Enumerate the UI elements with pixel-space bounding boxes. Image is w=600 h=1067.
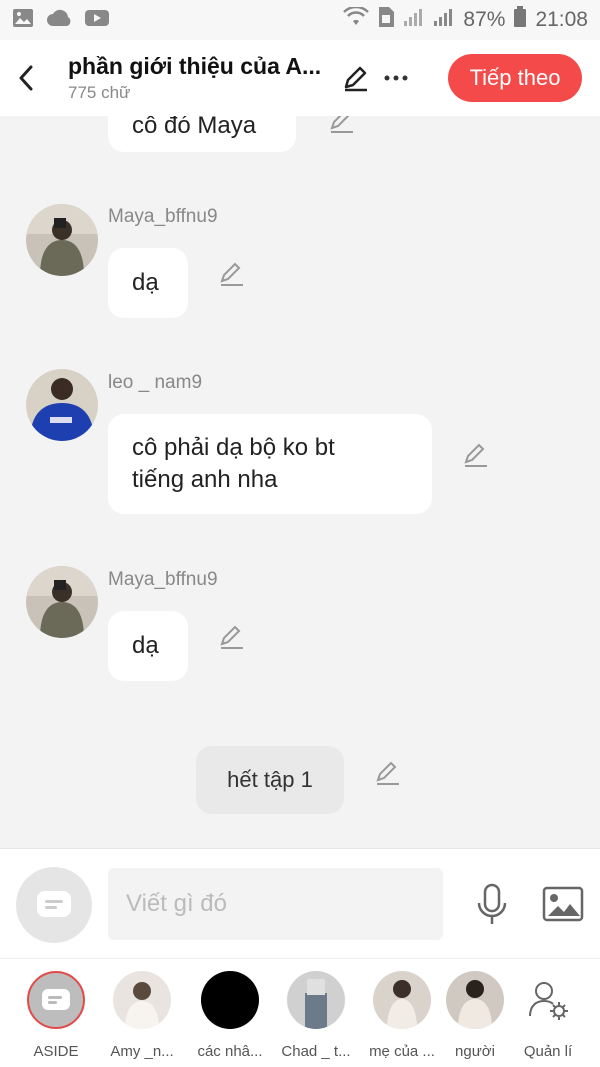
edit-message-icon[interactable] bbox=[218, 622, 248, 652]
wifi-icon bbox=[343, 5, 370, 33]
character-bar: ASIDE Amy _n... các nhâ... Chad _ t... m… bbox=[0, 958, 600, 1067]
back-arrow-icon bbox=[19, 65, 33, 91]
message-bubble-partial[interactable]: cô đó Maya bbox=[108, 116, 296, 152]
character-label: Chad _ t... bbox=[281, 1043, 351, 1060]
signal-icon-2 bbox=[433, 7, 455, 33]
edit-message-icon[interactable] bbox=[218, 259, 248, 289]
back-button[interactable] bbox=[0, 40, 52, 116]
message-input[interactable] bbox=[108, 868, 443, 940]
character-label: mẹ của ... bbox=[369, 1043, 435, 1060]
character-me-cua[interactable]: mẹ của ... bbox=[360, 971, 444, 1060]
more-dots-icon bbox=[384, 75, 408, 81]
character-avatar bbox=[113, 971, 171, 1029]
manage-characters-button[interactable]: Quản lí bbox=[506, 971, 590, 1060]
image-icon bbox=[542, 886, 584, 922]
story-title-block: phần giới thiệu của A... 775 chữ bbox=[52, 53, 334, 103]
character-label: người bbox=[455, 1043, 495, 1060]
character-label: Amy _n... bbox=[110, 1043, 174, 1060]
input-bar bbox=[0, 848, 600, 958]
aside-avatar bbox=[27, 971, 85, 1029]
character-avatar bbox=[201, 971, 259, 1029]
insert-image-button[interactable] bbox=[540, 881, 586, 927]
message-bubble[interactable]: cô phải dạ bộ ko bt tiếng anh nha bbox=[108, 414, 432, 514]
edit-message-icon[interactable] bbox=[462, 440, 492, 470]
message-bubble[interactable]: dạ bbox=[108, 248, 188, 318]
message-text: dạ bbox=[132, 632, 159, 659]
avatar-leo[interactable] bbox=[26, 369, 98, 441]
pencil-icon bbox=[344, 66, 367, 92]
manage-icon-wrap bbox=[519, 971, 577, 1029]
character-avatar bbox=[373, 971, 431, 1029]
microphone-icon bbox=[477, 883, 507, 924]
chat-bubble-icon bbox=[42, 989, 70, 1010]
narration-bubble[interactable]: hết tập 1 bbox=[196, 746, 344, 814]
sim-icon bbox=[377, 6, 395, 34]
chat-bubble-icon bbox=[37, 891, 71, 917]
character-chad[interactable]: Chad _ t... bbox=[274, 971, 358, 1060]
battery-percent: 87% bbox=[463, 8, 506, 31]
narration-toggle-button[interactable] bbox=[16, 867, 92, 943]
status-bar: 87% 21:08 bbox=[0, 0, 600, 40]
edit-message-icon[interactable] bbox=[328, 116, 358, 136]
character-amy[interactable]: Amy _n... bbox=[100, 971, 184, 1060]
edit-title-button[interactable] bbox=[336, 58, 376, 98]
battery-icon bbox=[513, 6, 527, 34]
message-text-line1: cô phải dạ bộ ko bt bbox=[132, 434, 335, 461]
youtube-icon bbox=[84, 8, 110, 33]
signal-icon-1 bbox=[403, 7, 425, 33]
sender-name: Maya_bffnu9 bbox=[108, 569, 218, 590]
character-label: các nhâ... bbox=[197, 1043, 263, 1060]
clock: 21:08 bbox=[535, 8, 588, 31]
character-aside[interactable]: ASIDE bbox=[14, 971, 98, 1060]
character-nguoi[interactable]: người bbox=[446, 971, 504, 1060]
sender-name: Maya_bffnu9 bbox=[108, 206, 218, 227]
cloud-icon bbox=[46, 9, 72, 32]
word-count: 775 chữ bbox=[68, 83, 131, 102]
gallery-icon bbox=[12, 8, 34, 33]
message-text-line2: tiếng anh nha bbox=[132, 466, 278, 493]
chat-area[interactable]: cô đó Maya Maya_bffnu9 dạ leo _ nam9 cô … bbox=[0, 116, 600, 848]
character-label: Quản lí bbox=[523, 1043, 573, 1060]
message-text: dạ bbox=[132, 269, 159, 296]
character-label: ASIDE bbox=[33, 1043, 79, 1060]
avatar-maya[interactable] bbox=[26, 204, 98, 276]
story-title: phần giới thiệu của A... bbox=[68, 53, 322, 79]
character-cac-nha[interactable]: các nhâ... bbox=[188, 971, 272, 1060]
character-avatar bbox=[287, 971, 345, 1029]
narration-text: hết tập 1 bbox=[227, 767, 313, 792]
user-settings-icon bbox=[529, 982, 568, 1020]
sender-name: leo _ nam9 bbox=[108, 372, 203, 393]
next-button[interactable]: Tiếp theo bbox=[448, 54, 582, 102]
character-avatar bbox=[446, 971, 504, 1029]
message-text: cô đó Maya bbox=[132, 116, 257, 139]
voice-input-button[interactable] bbox=[470, 881, 514, 929]
header: phần giới thiệu của A... 775 chữ Tiếp th… bbox=[0, 40, 600, 116]
message-bubble[interactable]: dạ bbox=[108, 611, 188, 681]
more-options-button[interactable] bbox=[376, 58, 416, 98]
edit-message-icon[interactable] bbox=[374, 758, 404, 788]
avatar-maya[interactable] bbox=[26, 566, 98, 638]
